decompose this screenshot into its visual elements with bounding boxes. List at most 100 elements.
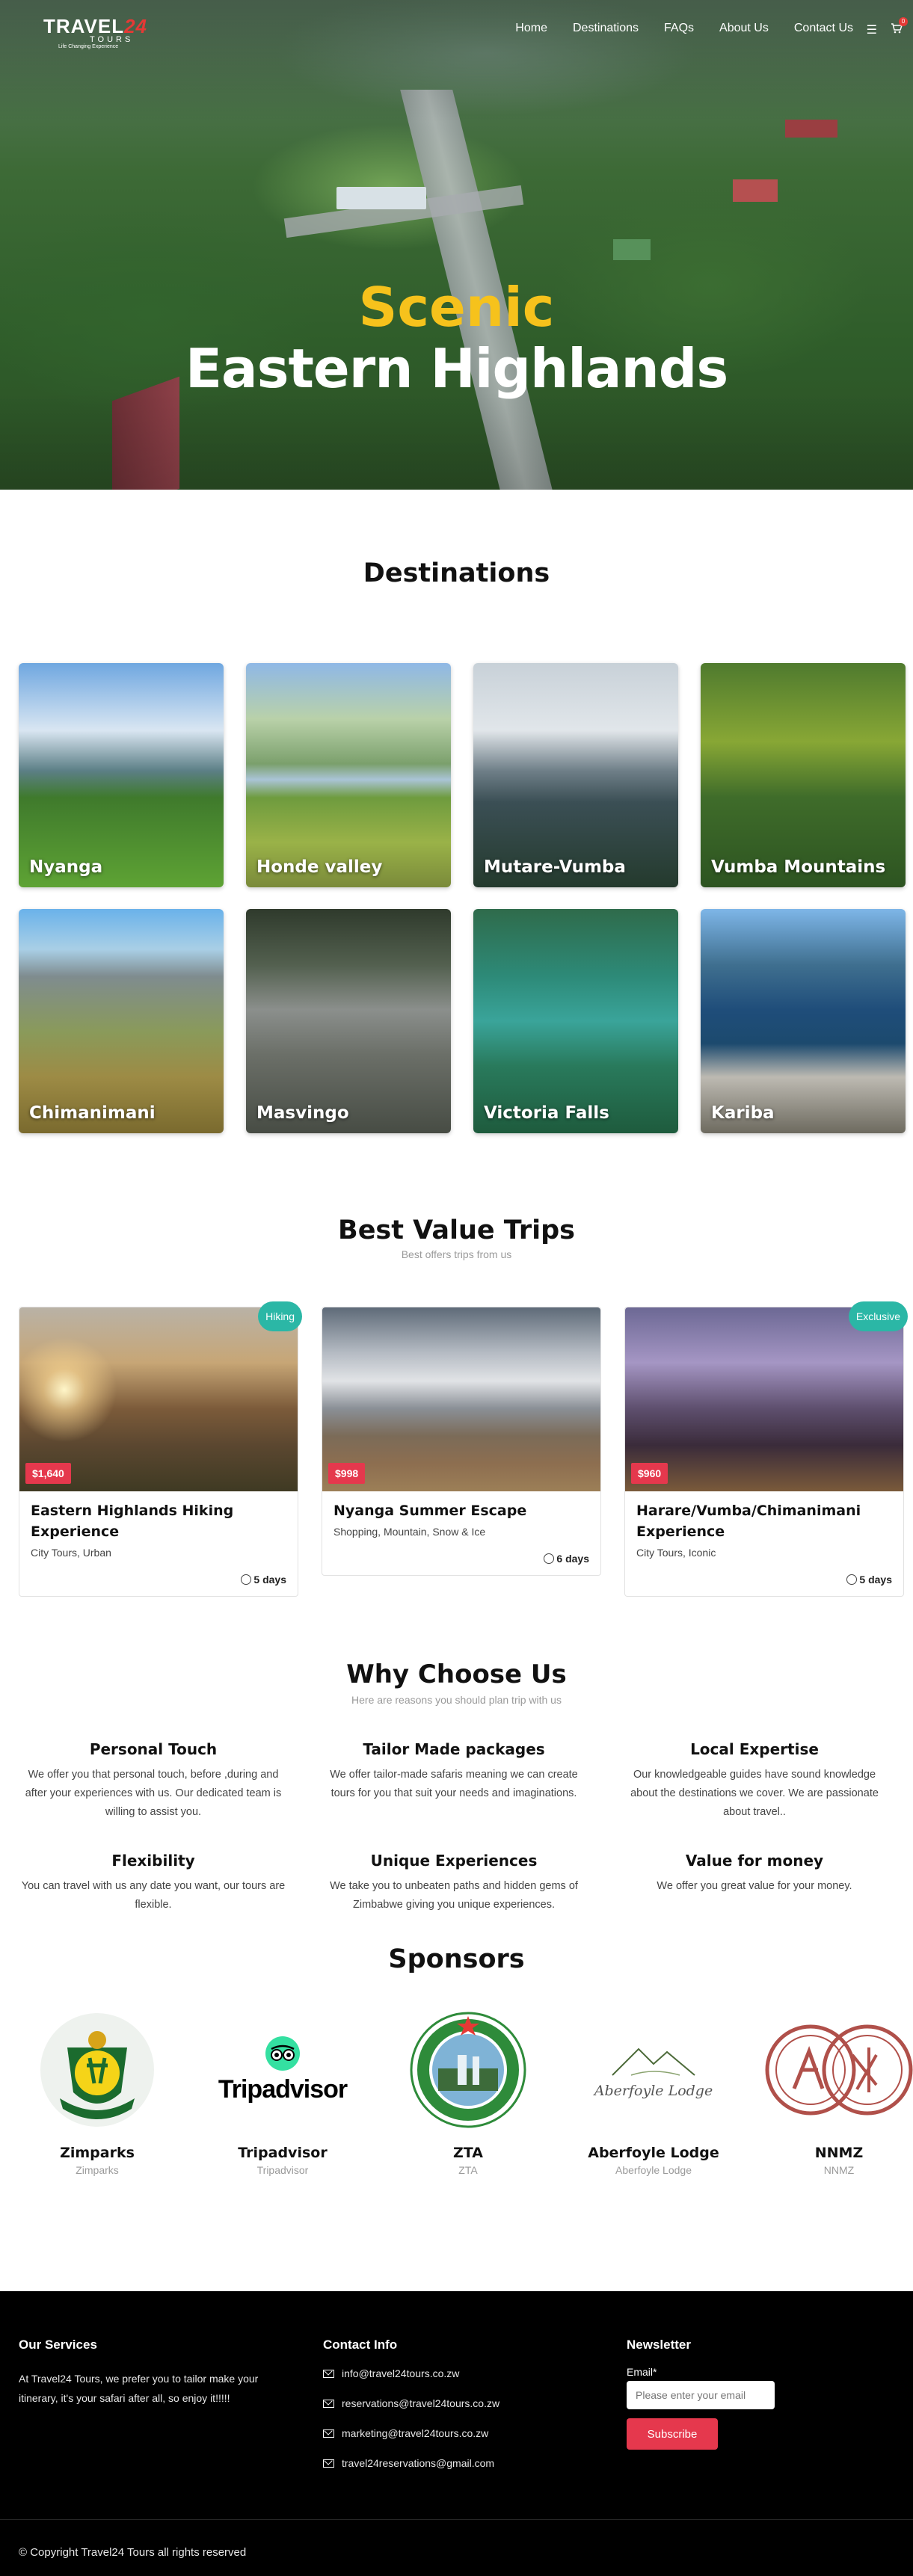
sponsor-subtitle: Aberfoyle Lodge [615,2164,692,2176]
feature-title: Flexibility [111,1852,195,1870]
feature-item: Flexibility You can travel with us any da… [19,1852,288,1914]
contact-email[interactable]: reservations@travel24tours.co.zw [342,2397,499,2409]
trip-badge: Hiking [258,1301,302,1331]
contact-email[interactable]: travel24reservations@gmail.com [342,2457,494,2469]
feature-title: Value for money [685,1852,824,1870]
contact-email-item[interactable]: travel24reservations@gmail.com [323,2457,600,2469]
sponsor-subtitle: NNMZ [823,2164,855,2176]
feature-item: Value for money We offer you great value … [620,1852,889,1914]
trip-tags: City Tours, Urban [31,1547,111,1559]
feature-item: Unique Experiences We take you to unbeate… [319,1852,588,1914]
destination-card-kariba[interactable]: Kariba [701,909,906,1133]
footer-services: Our Services At Travel24 Tours, we prefe… [19,2338,295,2408]
aberfoyle-logo: Aberfoyle Lodge [575,2007,732,2133]
destination-card-mutare-vumba[interactable]: Mutare-Vumba [473,663,678,887]
clock-icon [544,1553,555,1564]
feature-text: You can travel with us any date you want… [21,1880,286,1911]
sponsor-name: NNMZ [814,2145,864,2161]
trip-badge: Exclusive [848,1301,908,1331]
footer-contact: Contact Info info@travel24tours.co.zw re… [323,2338,600,2487]
trips-list: $1,640 Hiking Eastern Highlands Hiking E… [19,1301,913,1597]
destination-card-vumba-mountains[interactable]: Vumba Mountains [701,663,906,887]
trip-card[interactable]: $998 Nyanga Summer Escape Shopping, Moun… [322,1307,601,1576]
destination-label: Nyanga [29,857,103,877]
feature-title: Tailor Made packages [363,1740,545,1758]
trip-card[interactable]: $1,640 Hiking Eastern Highlands Hiking E… [19,1301,302,1597]
trip-title[interactable]: Nyanga Summer Escape [333,1500,589,1521]
trip-duration: 5 days [31,1574,286,1586]
trip-duration: 5 days [636,1574,892,1586]
trip-tags: Shopping, Mountain, Snow & Ice [333,1526,486,1538]
feature-text: We offer you great value for your money. [657,1880,852,1892]
footer-newsletter-title: Newsletter [627,2338,691,2352]
sponsor-tripadvisor[interactable]: Tripadvisor Tripadvisor Tripadvisor [204,2007,361,2176]
copyright-text: © Copyright Travel24 Tours all rights re… [19,2546,247,2559]
destination-card-honde-valley[interactable]: Honde valley [246,663,451,887]
nav-faqs[interactable]: FAQs [664,22,694,35]
contact-email-item[interactable]: marketing@travel24tours.co.zw [323,2427,600,2439]
tripadvisor-logo: Tripadvisor [204,2007,361,2133]
contact-email-item[interactable]: reservations@travel24tours.co.zw [323,2397,600,2409]
destinations-title: Destinations [363,558,550,588]
sponsors-list: Zimparks Zimparks Tripadvisor Tripadviso… [19,2007,913,2176]
feature-text: We offer tailor-made safaris meaning we … [330,1769,578,1799]
cart-icon[interactable]: 0 [891,17,908,38]
logo-tagline: Life Changing Experience [58,44,119,49]
contact-email-item[interactable]: info@travel24tours.co.zw [323,2367,600,2379]
trip-price: $960 [631,1463,668,1484]
sponsor-subtitle: ZTA [458,2164,478,2176]
destination-label: Honde valley [256,857,383,877]
sponsor-zimparks[interactable]: Zimparks Zimparks [19,2007,176,2176]
sponsor-name: Tripadvisor [238,2145,328,2161]
trip-days: 6 days [556,1553,589,1565]
newsletter-email-input[interactable] [627,2381,775,2409]
nav-about-us[interactable]: About Us [719,22,769,35]
trips-subtitle: Best offers trips from us [401,1248,512,1260]
sponsor-nnmz[interactable]: NNMZ NNMZ [760,2007,913,2176]
hamburger-menu-icon[interactable]: ☰ [867,22,877,38]
trips-title: Best Value Trips [338,1215,575,1245]
nav-icons: ☰ 0 [867,17,908,38]
destination-label: Masvingo [256,1103,349,1123]
cart-count-badge: 0 [899,17,908,26]
site-logo[interactable]: TRAVEL24 TOURS Life Changing Experience [43,15,147,49]
destination-card-nyanga[interactable]: Nyanga [19,663,224,887]
trip-title[interactable]: Harare/Vumba/Chimanimani Experience [636,1500,892,1542]
destination-card-victoria-falls[interactable]: Victoria Falls [473,909,678,1133]
nav-home[interactable]: Home [515,22,547,35]
destination-card-masvingo[interactable]: Masvingo [246,909,451,1133]
clock-icon [241,1574,252,1585]
zta-logo [390,2007,547,2133]
footer-contact-title: Contact Info [323,2338,398,2352]
hero-heading: Scenic Eastern Highlands [0,277,913,399]
destination-label: Kariba [711,1103,775,1123]
destination-label: Mutare-Vumba [484,857,626,877]
nav-contact-us[interactable]: Contact Us [794,22,853,35]
top-navigation: TRAVEL24 TOURS Life Changing Experience … [0,0,913,57]
contact-email[interactable]: marketing@travel24tours.co.zw [342,2427,488,2439]
newsletter-email-label: Email* [627,2366,657,2378]
trip-image: $1,640 [19,1307,298,1491]
nav-destinations[interactable]: Destinations [573,22,639,35]
trip-tags: City Tours, Iconic [636,1547,716,1559]
sponsor-aberfoyle-lodge[interactable]: Aberfoyle Lodge Aberfoyle Lodge Aberfoyl… [575,2007,732,2176]
destination-card-chimanimani[interactable]: Chimanimani [19,909,224,1133]
why-choose-us-section: Why Choose Us Here are reasons you shoul… [0,1597,913,1914]
destination-label: Chimanimani [29,1103,156,1123]
destination-label: Victoria Falls [484,1103,609,1123]
site-footer: Our Services At Travel24 Tours, we prefe… [0,2291,913,2576]
why-title: Why Choose Us [346,1660,567,1689]
sponsors-title: Sponsors [388,1944,525,1974]
subscribe-button[interactable]: Subscribe [627,2418,718,2450]
logo-number: 24 [124,15,147,37]
footer-services-title: Our Services [19,2338,97,2352]
trip-image: $998 [322,1307,600,1491]
destinations-grid: Nyanga Honde valley Mutare-Vumba Vumba M… [19,663,913,1133]
trip-card[interactable]: $960 Exclusive Harare/Vumba/Chimanimani … [624,1301,908,1597]
feature-item: Local Expertise Our knowledgeable guides … [620,1740,889,1822]
trip-title[interactable]: Eastern Highlands Hiking Experience [31,1500,286,1542]
sponsor-name: Zimparks [60,2145,135,2161]
feature-title: Local Expertise [690,1740,819,1758]
contact-email[interactable]: info@travel24tours.co.zw [342,2367,459,2379]
sponsor-zta[interactable]: ZTA ZTA [390,2007,547,2176]
